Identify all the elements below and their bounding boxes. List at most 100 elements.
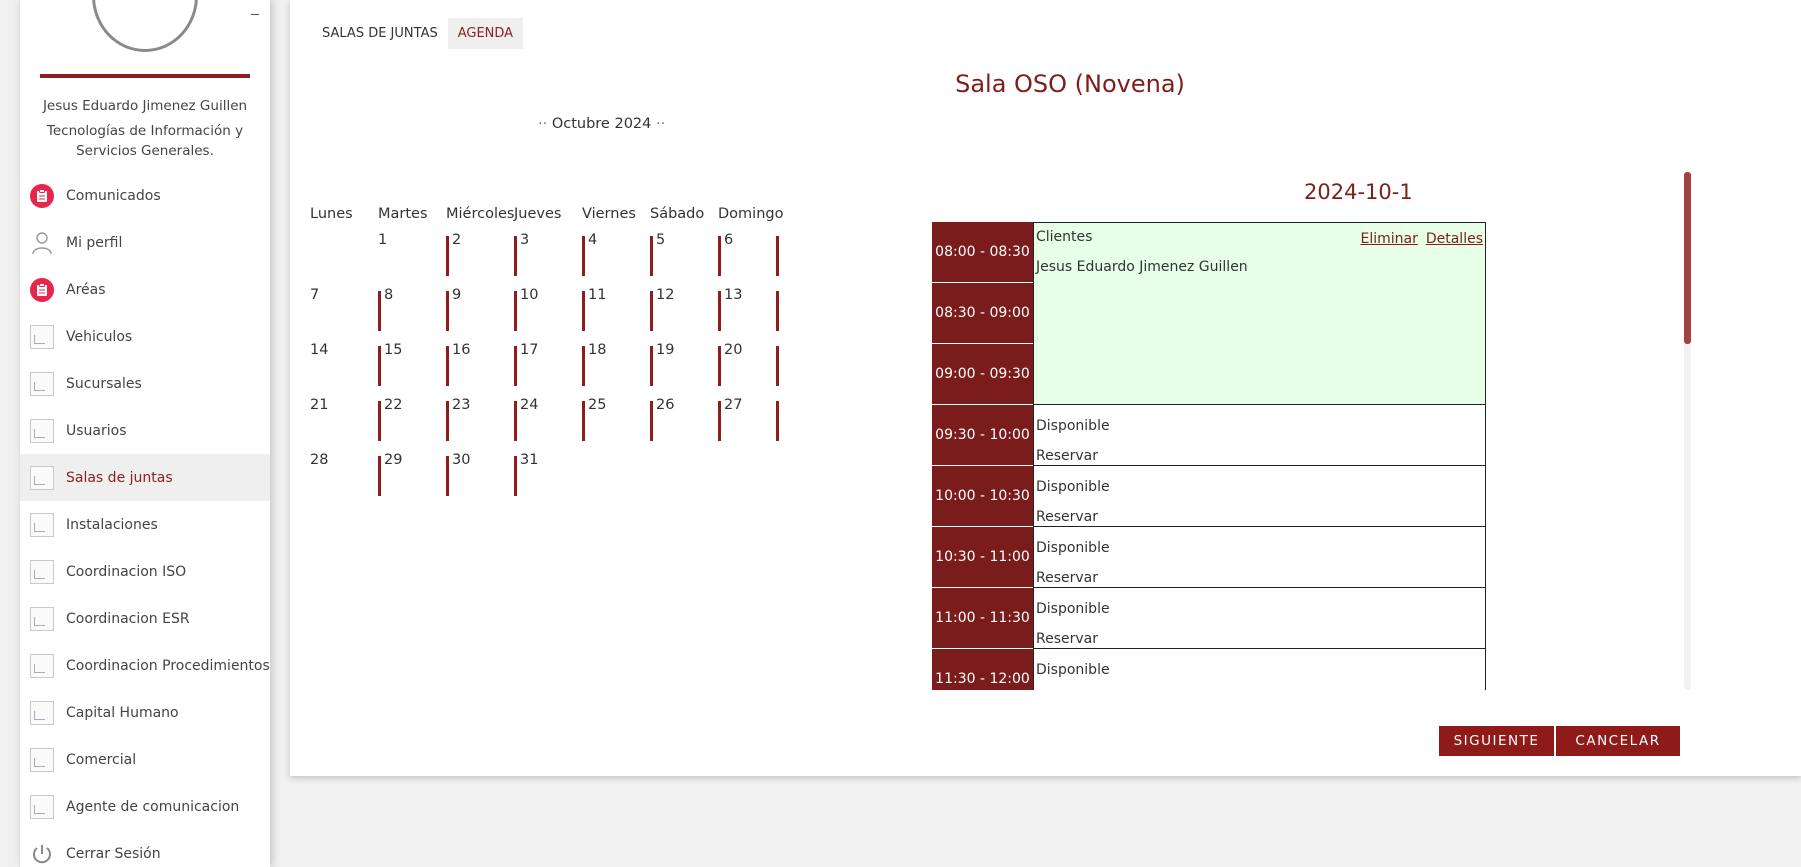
calendar-day[interactable]: 20: [718, 340, 779, 386]
calendar-day[interactable]: 26: [650, 395, 708, 441]
scroll-thumb[interactable]: [1684, 172, 1691, 344]
sidebar-item-label: Capital Humano: [66, 704, 179, 721]
sidebar: Jesus Eduardo Jimenez Guillen Tecnología…: [20, 0, 270, 867]
scrollbar[interactable]: [1684, 172, 1691, 690]
sidebar-item-comunicados[interactable]: Comunicados: [20, 172, 270, 219]
tab-salas-de-juntas[interactable]: SALAS DE JUNTAS: [312, 18, 448, 49]
clipboard-icon: [30, 183, 54, 208]
calendar-day-number: 31: [520, 452, 539, 468]
sidebar-item-coordinacion-iso[interactable]: Coordinacion ISO: [20, 548, 270, 595]
broken-image-icon: [30, 700, 54, 725]
prev-month-link[interactable]: ··: [538, 116, 547, 132]
avatar[interactable]: [92, 0, 198, 52]
sidebar-item-agente-de-comunicacion[interactable]: Agente de comunicacion: [20, 783, 270, 830]
next-button[interactable]: SIGUIENTE: [1439, 726, 1554, 756]
clipboard-icon: [30, 277, 54, 302]
weekday-header: Viernes: [582, 206, 636, 222]
calendar-day-number: 18: [588, 342, 607, 358]
sidebar-item-ar-as[interactable]: Aréas: [20, 266, 270, 313]
calendar-day[interactable]: 7: [310, 285, 368, 331]
calendar-day[interactable]: 31: [514, 450, 572, 496]
calendar-day[interactable]: 17: [514, 340, 572, 386]
time-slot-label: 09:00 - 09:30: [932, 344, 1033, 405]
day-separator: [650, 291, 653, 331]
sidebar-item-instalaciones[interactable]: Instalaciones: [20, 501, 270, 548]
sidebar-item-coordinacion-esr[interactable]: Coordinacion ESR: [20, 595, 270, 642]
day-separator: [718, 346, 721, 386]
schedule-row: 10:30 - 11:00 Disponible Reservar: [932, 527, 1498, 588]
slot-status: Disponible: [1036, 662, 1110, 678]
day-separator: [514, 236, 517, 276]
calendar-day[interactable]: 27: [718, 395, 779, 441]
calendar-day[interactable]: 24: [514, 395, 572, 441]
tab-agenda[interactable]: AGENDA: [447, 18, 524, 49]
broken-image-icon: [30, 794, 54, 819]
cancel-button[interactable]: CANCELAR: [1556, 726, 1680, 756]
day-separator: [514, 401, 517, 441]
calendar-day[interactable]: 30: [446, 450, 504, 496]
booking-person: Jesus Eduardo Jimenez Guillen: [1036, 259, 1248, 275]
calendar-day[interactable]: 5: [650, 230, 708, 276]
calendar-day[interactable]: 3: [514, 230, 572, 276]
calendar-day[interactable]: 10: [514, 285, 572, 331]
delete-link[interactable]: Eliminar: [1360, 231, 1417, 247]
sidebar-item-comercial[interactable]: Comercial: [20, 736, 270, 783]
sidebar-item-label: Vehiculos: [66, 328, 133, 345]
calendar-day[interactable]: 21: [310, 395, 368, 441]
booking-client: Clientes: [1036, 229, 1093, 245]
calendar-day[interactable]: 13: [718, 285, 779, 331]
calendar-day-number: 14: [310, 342, 329, 358]
calendar-day[interactable]: 29: [378, 450, 436, 496]
minimize-icon[interactable]: [251, 14, 259, 15]
next-month-link[interactable]: ··: [656, 116, 665, 132]
reserve-link[interactable]: Reservar: [1036, 448, 1098, 464]
reserve-link[interactable]: Reservar: [1036, 570, 1098, 586]
calendar-day[interactable]: 28: [310, 450, 368, 496]
slot-status: Disponible: [1036, 479, 1110, 495]
schedule-table: 08:00 - 08:30 08:30 - 09:00 09:00 - 09:30 0…: [932, 222, 1498, 690]
sidebar-item-salas-de-juntas[interactable]: Salas de juntas: [20, 454, 270, 501]
calendar-day[interactable]: 14: [310, 340, 368, 386]
calendar-day[interactable]: 6: [718, 230, 779, 276]
calendar-day-number: 13: [724, 287, 743, 303]
sidebar-item-usuarios[interactable]: Usuarios: [20, 407, 270, 454]
calendar-day[interactable]: 25: [582, 395, 640, 441]
reserve-link[interactable]: Reservar: [1036, 509, 1098, 525]
calendar-empty-cell: [718, 450, 776, 496]
sidebar-item-coordinacion-procedimientos[interactable]: Coordinacion Procedimientos: [20, 642, 270, 689]
calendar-day[interactable]: 12: [650, 285, 708, 331]
sidebar-item-mi-perfil[interactable]: Mi perfil: [20, 219, 270, 266]
day-separator: [514, 291, 517, 331]
calendar-day-number: 19: [656, 342, 675, 358]
calendar-day-number: 30: [452, 452, 471, 468]
calendar-day[interactable]: 22: [378, 395, 436, 441]
day-separator: [650, 346, 653, 386]
sidebar-item-sucursales[interactable]: Sucursales: [20, 360, 270, 407]
calendar-day[interactable]: 8: [378, 285, 436, 331]
calendar-day[interactable]: 1: [378, 230, 436, 276]
calendar-day[interactable]: 11: [582, 285, 640, 331]
calendar-day-number: 2: [452, 232, 462, 248]
main-panel: SALAS DE JUNTAS AGENDA Sala OSO (Novena)…: [290, 0, 1801, 776]
time-slot-label: 11:00 - 11:30: [932, 588, 1033, 649]
reserve-link[interactable]: Reservar: [1036, 631, 1098, 647]
calendar-day[interactable]: 16: [446, 340, 504, 386]
weekday-header: Martes: [378, 206, 428, 222]
sidebar-item-label: Comercial: [66, 751, 137, 768]
calendar-day[interactable]: 18: [582, 340, 640, 386]
calendar-day-number: 7: [310, 287, 320, 303]
calendar-day[interactable]: 23: [446, 395, 504, 441]
calendar-day[interactable]: 2: [446, 230, 504, 276]
calendar-day[interactable]: 4: [582, 230, 640, 276]
calendar-day[interactable]: 9: [446, 285, 504, 331]
day-separator: [718, 401, 721, 441]
calendar-day[interactable]: 15: [378, 340, 436, 386]
details-link[interactable]: Detalles: [1426, 231, 1483, 247]
sidebar-item-vehiculos[interactable]: Vehiculos: [20, 313, 270, 360]
sidebar-item-capital-humano[interactable]: Capital Humano: [20, 689, 270, 736]
broken-image-icon: [30, 324, 54, 349]
schedule-row: 11:00 - 11:30 Disponible Reservar: [932, 588, 1498, 649]
sidebar-item-cerrar-sesi-n[interactable]: Cerrar Sesión: [20, 830, 270, 867]
calendar-day[interactable]: 19: [650, 340, 708, 386]
calendar-day-number: 12: [656, 287, 675, 303]
